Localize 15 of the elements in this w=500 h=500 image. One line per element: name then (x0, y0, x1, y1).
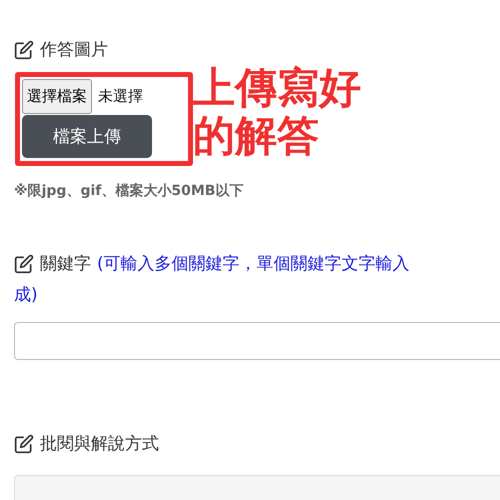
section-title: 作答圖片 (40, 39, 108, 61)
file-note: ※限jpg、gif、檔案大小50MB以下 (14, 182, 244, 200)
upload-button[interactable]: 檔案上傳 (22, 115, 152, 158)
hint-text: (可輸入多個關鍵字，單個關鍵字文字輸入 (97, 253, 410, 275)
choose-file-button[interactable]: 選擇檔案 (22, 79, 92, 114)
edit-icon (14, 254, 34, 274)
edit-icon (14, 434, 34, 454)
keyword-field[interactable] (14, 322, 500, 360)
section-title: 批閱與解說方式 (40, 433, 159, 455)
file-status: 未選擇 (98, 87, 143, 106)
hint-text: 成) (14, 284, 39, 306)
edit-icon (14, 40, 34, 60)
annotation-text: 的解答 (193, 112, 320, 160)
annotation-text: 上傳寫好 (193, 64, 361, 112)
section-title: 關鍵字 (40, 253, 91, 275)
